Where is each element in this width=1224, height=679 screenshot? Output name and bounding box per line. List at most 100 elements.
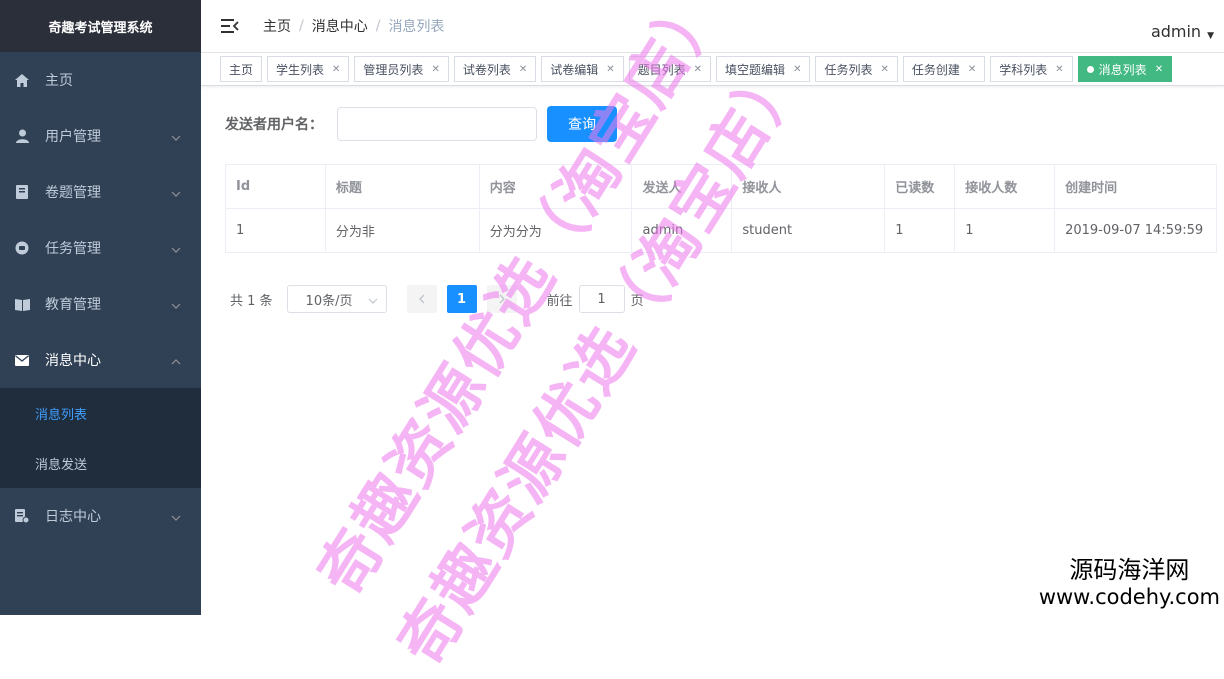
sender-username-input[interactable] <box>337 107 537 141</box>
cell-receiver-count: 1 <box>954 208 1056 253</box>
page-size-select[interactable]: 10条/页 <box>286 285 387 313</box>
close-icon[interactable]: ✕ <box>880 64 888 75</box>
column-header-receiver-count: 接收人数 <box>954 164 1056 209</box>
sidebar-item-message-center[interactable]: 消息中心 <box>0 332 201 388</box>
column-header-create-time: 创建时间 <box>1054 164 1217 209</box>
home-icon <box>14 72 30 88</box>
chevron-down-icon <box>171 131 181 147</box>
column-header-id: Id <box>225 164 326 209</box>
sidebar-item-task-management[interactable]: 任务管理 <box>0 220 201 276</box>
sidebar-item-user-management[interactable]: 用户管理 <box>0 108 201 164</box>
tag-admin-list[interactable]: 管理员列表 ✕ <box>354 56 449 82</box>
cell-read-count: 1 <box>884 208 956 253</box>
tag-subject-list[interactable]: 学科列表 ✕ <box>990 56 1073 82</box>
close-icon[interactable]: ✕ <box>606 64 614 75</box>
active-dot-icon <box>1086 65 1094 73</box>
user-icon <box>14 128 30 144</box>
tag-label: 题目列表 <box>637 62 686 77</box>
tag-label: 试卷编辑 <box>550 62 599 77</box>
chevron-down-icon <box>171 187 181 203</box>
column-header-read-count: 已读数 <box>884 164 956 209</box>
breadcrumb-separator: / <box>375 18 381 34</box>
breadcrumb-home[interactable]: 主页 <box>263 16 291 36</box>
sidebar-subitem-message-send[interactable]: 消息发送 <box>0 438 201 488</box>
education-icon <box>14 296 30 312</box>
chevron-down-icon <box>368 295 378 310</box>
chevron-down-icon <box>171 299 181 315</box>
cell-sender: admin <box>631 208 733 253</box>
mail-icon <box>14 352 30 368</box>
sidebar-item-home[interactable]: 主页 <box>0 52 201 108</box>
tag-task-create[interactable]: 任务创建 ✕ <box>902 56 986 82</box>
tag-paper-edit[interactable]: 试卷编辑 ✕ <box>541 56 624 82</box>
tag-label: 管理员列表 <box>363 62 424 77</box>
page-number-button[interactable]: 1 <box>446 285 477 313</box>
tag-student-list[interactable]: 学生列表 ✕ <box>267 56 350 82</box>
chevron-left-icon <box>418 294 425 304</box>
message-center-submenu: 消息列表 消息发送 <box>0 388 201 488</box>
chevron-up-icon <box>171 355 181 371</box>
close-icon[interactable]: ✕ <box>1155 64 1163 75</box>
cell-content: 分为分为 <box>478 208 633 253</box>
prev-page-button[interactable] <box>406 285 437 313</box>
sidebar-item-paper-management[interactable]: 卷题管理 <box>0 164 201 220</box>
goto-suffix: 页 <box>630 293 644 309</box>
top-navbar: 主页 / 消息中心 / 消息列表 admin ▼ <box>201 0 1224 53</box>
chevron-down-icon <box>171 243 181 259</box>
sender-username-label: 发送者用户名： <box>225 117 323 133</box>
sidebar-item-log-center[interactable]: 日志中心 <box>0 488 201 544</box>
tag-label: 主页 <box>229 62 254 77</box>
breadcrumb-message-list: 消息列表 <box>388 19 445 35</box>
table-row[interactable]: 1 分为非 分为分为 admin student 1 1 2019-09-07 … <box>225 208 1217 253</box>
sidebar-subitem-message-list[interactable]: 消息列表 <box>0 388 201 438</box>
close-icon[interactable]: ✕ <box>793 64 801 75</box>
next-page-button[interactable] <box>486 285 517 313</box>
user-menu[interactable]: admin ▼ <box>1151 22 1214 41</box>
tag-label: 任务创建 <box>911 62 960 77</box>
tag-question-list[interactable]: 题目列表 ✕ <box>628 56 712 82</box>
chevron-down-icon <box>171 511 181 527</box>
close-icon[interactable]: ✕ <box>694 64 702 75</box>
breadcrumb: 主页 / 消息中心 / 消息列表 <box>263 16 444 36</box>
sidebar-item-label: 卷题管理 <box>45 185 101 201</box>
search-button[interactable]: 查询 <box>547 106 617 142</box>
search-form: 发送者用户名： 查询 <box>225 106 617 142</box>
sidebar-item-label: 教育管理 <box>45 297 101 313</box>
column-header-title: 标题 <box>324 164 480 209</box>
table-header-row: Id 标题 内容 发送人 接收人 已读数 接收人数 创建时间 <box>225 164 1217 209</box>
sidebar-item-label: 用户管理 <box>45 129 101 145</box>
close-icon[interactable]: ✕ <box>332 64 340 75</box>
username: admin <box>1150 22 1202 41</box>
sidebar-item-label: 主页 <box>45 73 73 89</box>
main-content: 发送者用户名： 查询 Id 标题 内容 发送人 接收人 已读数 接收人数 创建时… <box>201 86 1224 615</box>
sidebar-item-label: 任务管理 <box>45 241 101 257</box>
pagination: 共 1 条 10条/页 1 前往 页 <box>230 285 644 313</box>
column-header-receiver: 接收人 <box>731 164 886 209</box>
cell-receiver: student <box>731 208 886 253</box>
task-icon <box>14 240 30 256</box>
hamburger-icon[interactable] <box>221 18 239 34</box>
tag-label: 试卷列表 <box>462 62 511 77</box>
close-icon[interactable]: ✕ <box>968 64 976 75</box>
close-icon[interactable]: ✕ <box>431 64 439 75</box>
tag-label: 任务列表 <box>824 62 873 77</box>
page-jumper: 前往 页 <box>547 285 644 313</box>
caret-down-icon: ▼ <box>1207 30 1214 41</box>
tag-task-list[interactable]: 任务列表 ✕ <box>815 56 898 82</box>
column-header-content: 内容 <box>478 164 633 209</box>
sidebar-item-education-management[interactable]: 教育管理 <box>0 276 201 332</box>
goto-page-input[interactable] <box>578 285 625 313</box>
tag-home[interactable]: 主页 <box>220 56 263 82</box>
tag-message-list[interactable]: 消息列表 ✕ <box>1077 56 1173 82</box>
cell-create-time: 2019-09-07 14:59:59 <box>1054 208 1217 253</box>
sidebar-item-label: 日志中心 <box>45 509 101 525</box>
close-icon[interactable]: ✕ <box>1055 64 1063 75</box>
tag-label: 消息列表 <box>1098 62 1147 77</box>
tag-label: 学科列表 <box>999 62 1048 77</box>
goto-label: 前往 <box>546 293 573 309</box>
close-icon[interactable]: ✕ <box>519 64 527 75</box>
cell-title: 分为非 <box>324 208 480 253</box>
sidebar: 奇趣考试管理系统 主页 用户管理 卷题管理 任务管理 教育管理 消息中心 消息列… <box>0 0 201 615</box>
tag-fill-question-edit[interactable]: 填空题编辑 ✕ <box>716 56 811 82</box>
tag-paper-list[interactable]: 试卷列表 ✕ <box>453 56 537 82</box>
